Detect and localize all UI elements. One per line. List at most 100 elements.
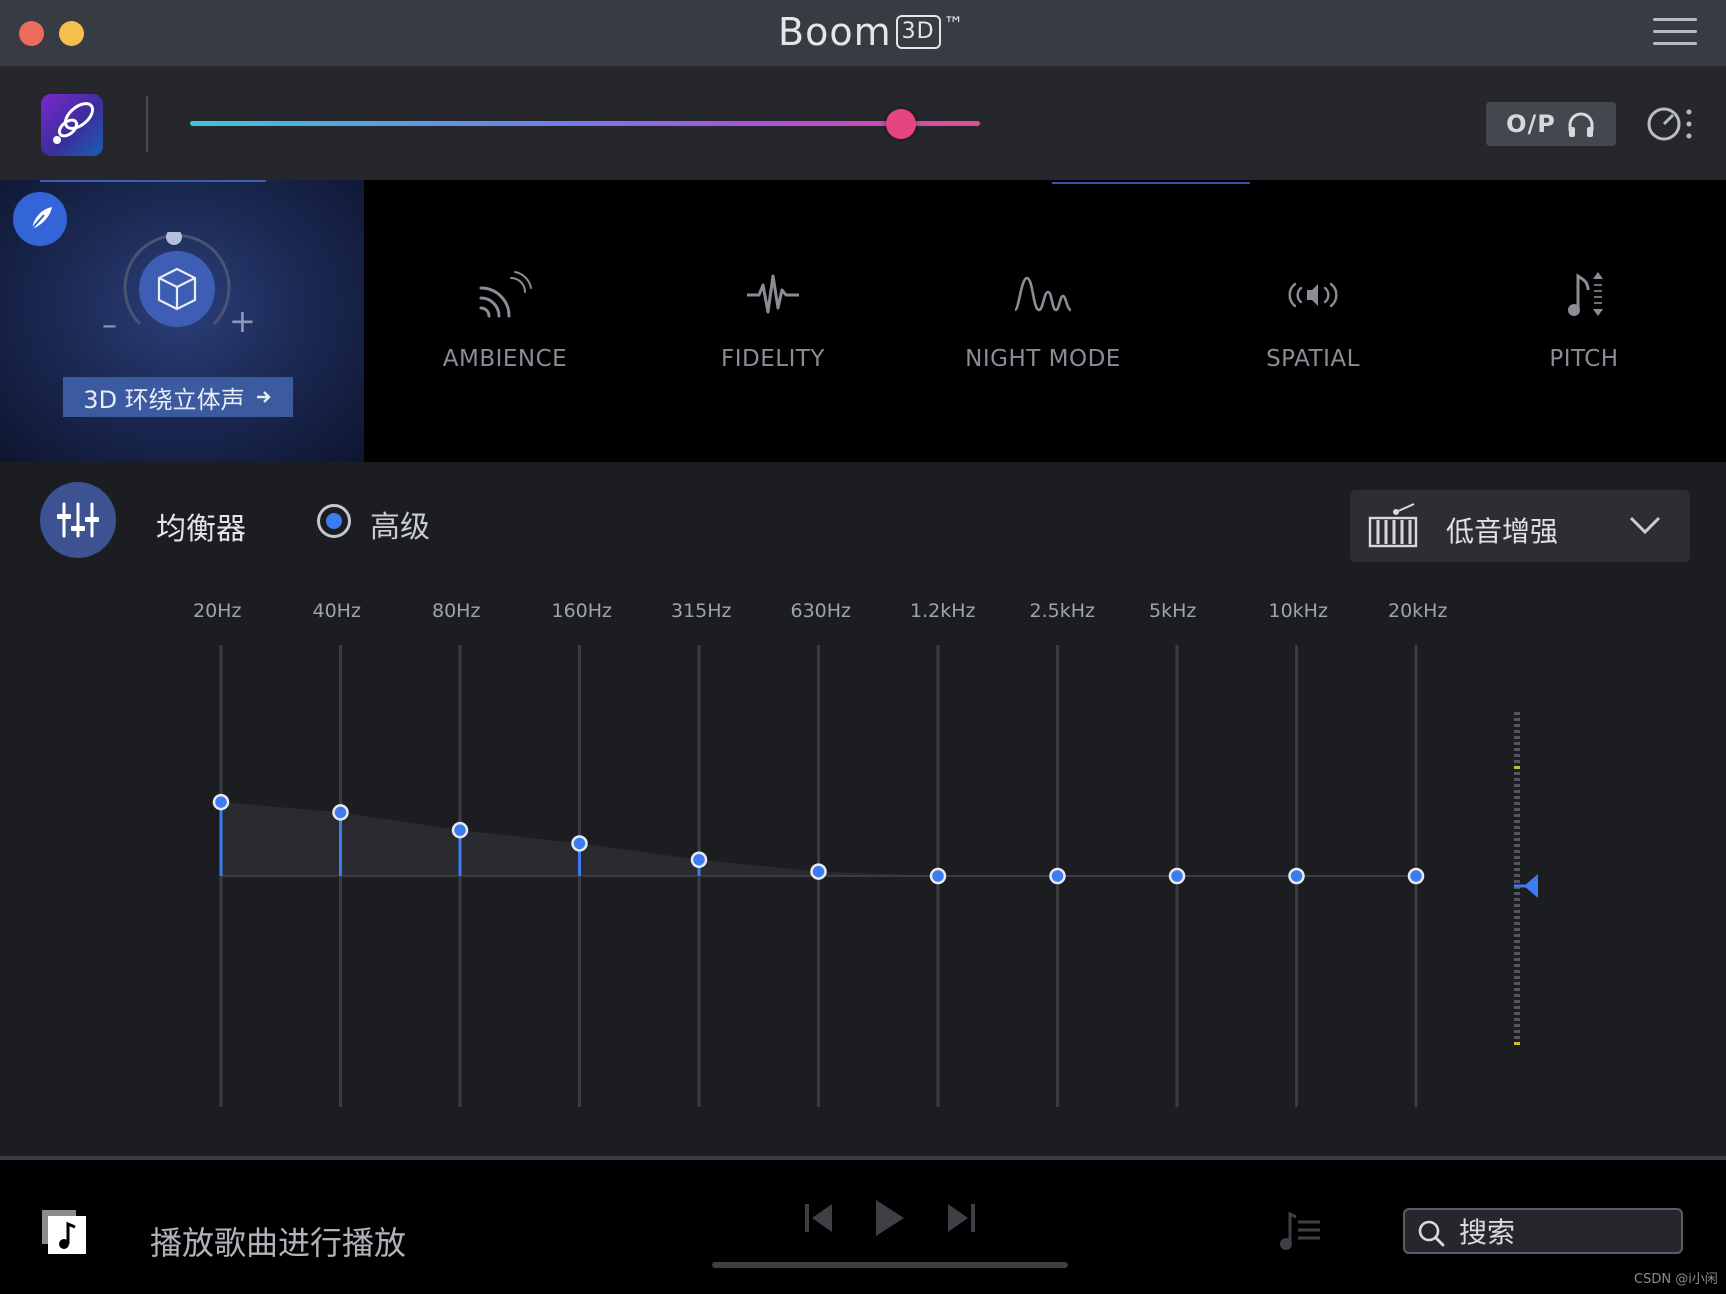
eq-band-handle[interactable] — [212, 793, 230, 811]
eq-band-handle[interactable] — [1288, 867, 1305, 885]
meter-segment — [1514, 922, 1520, 925]
ambience-icon — [479, 271, 532, 318]
meter-segment — [1514, 766, 1520, 769]
meter-segment — [1514, 952, 1520, 955]
meter-segment — [1514, 910, 1520, 913]
surround-increase-button[interactable]: + — [229, 302, 256, 340]
meter-segment — [1514, 736, 1520, 739]
next-track-icon[interactable] — [944, 1198, 978, 1238]
meter-segment — [1514, 934, 1520, 937]
equalizer-graph: 20Hz 40Hz 80Hz 160Hz 315Hz 630Hz 1.2kHz 2.5kHz 5… — [0, 582, 1726, 1162]
meter-segment — [1514, 946, 1520, 949]
output-device-button[interactable]: O/P — [1486, 102, 1616, 146]
volume-slider-track[interactable] — [190, 121, 980, 126]
meter-segment — [1514, 826, 1520, 829]
spatial-icon — [1288, 282, 1338, 308]
meter-segment — [1514, 970, 1520, 973]
level-pointer-icon[interactable] — [1514, 872, 1540, 900]
arrow-right-icon — [256, 391, 271, 403]
meter-segment — [1514, 994, 1520, 997]
meter-segment — [1514, 982, 1520, 985]
surround-intensity-dial[interactable] — [120, 232, 234, 346]
surround-decrease-button[interactable]: – — [102, 308, 117, 343]
app-settings-dial-icon[interactable] — [1646, 104, 1694, 144]
minimize-window-button[interactable] — [59, 21, 84, 46]
advanced-mode-label[interactable]: 高级 — [370, 502, 430, 546]
surround-mode-button[interactable]: 3D 环绕立体声 — [63, 377, 293, 417]
effects-scroll-indicator — [1052, 182, 1250, 184]
eq-band-handle[interactable] — [1049, 867, 1066, 885]
meter-segment — [1514, 1018, 1520, 1021]
eq-band-handle[interactable] — [332, 804, 349, 821]
meter-segment — [1514, 1030, 1520, 1033]
play-icon[interactable] — [872, 1198, 906, 1238]
playlist-icon[interactable] — [1276, 1208, 1324, 1252]
effect-night-mode[interactable]: NIGHT MODE — [943, 270, 1143, 390]
effect-pitch-label: PITCH — [1549, 346, 1619, 372]
meter-segment — [1514, 730, 1520, 733]
now-playing-text: 播放歌曲进行播放 — [150, 1224, 407, 1262]
equalizer-title: 均衡器 — [156, 512, 246, 547]
effect-pitch[interactable]: PITCH — [1484, 270, 1684, 390]
effect-ambience[interactable]: AMBIENCE — [405, 270, 605, 390]
effect-spatial[interactable]: SPATIAL — [1213, 270, 1413, 390]
eq-band-handle[interactable] — [690, 851, 708, 868]
eq-band-handle[interactable] — [1407, 867, 1425, 885]
eq-band-handle[interactable] — [451, 821, 469, 839]
meter-segment — [1514, 988, 1520, 991]
previous-track-icon[interactable] — [802, 1198, 836, 1238]
meter-segment — [1514, 784, 1520, 787]
eq-band-handle[interactable] — [1168, 867, 1186, 885]
search-icon — [1418, 1220, 1445, 1247]
effect-fidelity[interactable]: FIDELITY — [673, 270, 873, 390]
meter-segment — [1514, 742, 1520, 745]
eq-preset-label: 低音增强 — [1446, 515, 1559, 548]
meter-segment — [1514, 850, 1520, 853]
search-input[interactable] — [1459, 1214, 1669, 1250]
meter-segment — [1514, 748, 1520, 751]
meter-segment — [1514, 958, 1520, 961]
equalizer-toggle-button[interactable] — [40, 482, 116, 558]
title-bar: Boom 3D ™ — [0, 0, 1726, 66]
surround-label: 3D 环绕立体声 — [83, 385, 245, 414]
advanced-mode-radio[interactable] — [317, 504, 351, 538]
meter-segment — [1514, 928, 1520, 931]
equalizer-header: 均衡器 高级 低音增强 — [0, 462, 1726, 582]
meter-segment — [1514, 1000, 1520, 1003]
meter-segment — [1514, 964, 1520, 967]
volume-slider-handle[interactable] — [886, 109, 916, 139]
meter-segment — [1514, 838, 1520, 841]
meter-segment — [1514, 1024, 1520, 1027]
meter-segment — [1514, 1042, 1520, 1045]
eq-curve-canvas — [212, 645, 1425, 1107]
feather-icon[interactable] — [13, 192, 67, 246]
meter-segment — [1514, 754, 1520, 757]
effects-panel: – + 3D 环绕立体声 AMBIENCE FIDELITY NIGHT MOD… — [0, 180, 1726, 462]
eq-band-handle[interactable] — [929, 867, 947, 885]
app-title-text: Boom — [778, 10, 892, 54]
eq-band-handle[interactable] — [810, 863, 827, 880]
chevron-down-icon — [1629, 516, 1661, 535]
watermark: CSDN @i小闲 — [1634, 1272, 1718, 1287]
meter-segment — [1514, 868, 1520, 871]
meter-segment — [1514, 772, 1520, 775]
search-box[interactable] — [1403, 1208, 1683, 1254]
hamburger-menu-icon[interactable] — [1653, 18, 1697, 46]
player-bar: 播放歌曲进行播放 — [0, 1156, 1726, 1294]
track-progress-bar[interactable] — [712, 1262, 1068, 1268]
eq-preset-dropdown[interactable]: 低音增强 — [1350, 490, 1690, 562]
output-label: O/P — [1506, 110, 1556, 138]
meter-segment — [1514, 1006, 1520, 1009]
meter-segment — [1514, 796, 1520, 799]
app-title-badge: 3D — [895, 15, 941, 49]
pitch-icon — [1568, 272, 1603, 316]
volume-separator — [146, 96, 148, 152]
close-window-button[interactable] — [19, 21, 44, 46]
meter-segment — [1514, 1012, 1520, 1015]
meter-segment — [1514, 862, 1520, 865]
radio-selected-dot — [326, 513, 342, 529]
boom-logo-icon[interactable] — [41, 94, 103, 156]
eq-band-handle[interactable] — [571, 835, 588, 852]
drum-icon — [1368, 503, 1418, 548]
meter-segment — [1514, 718, 1520, 721]
